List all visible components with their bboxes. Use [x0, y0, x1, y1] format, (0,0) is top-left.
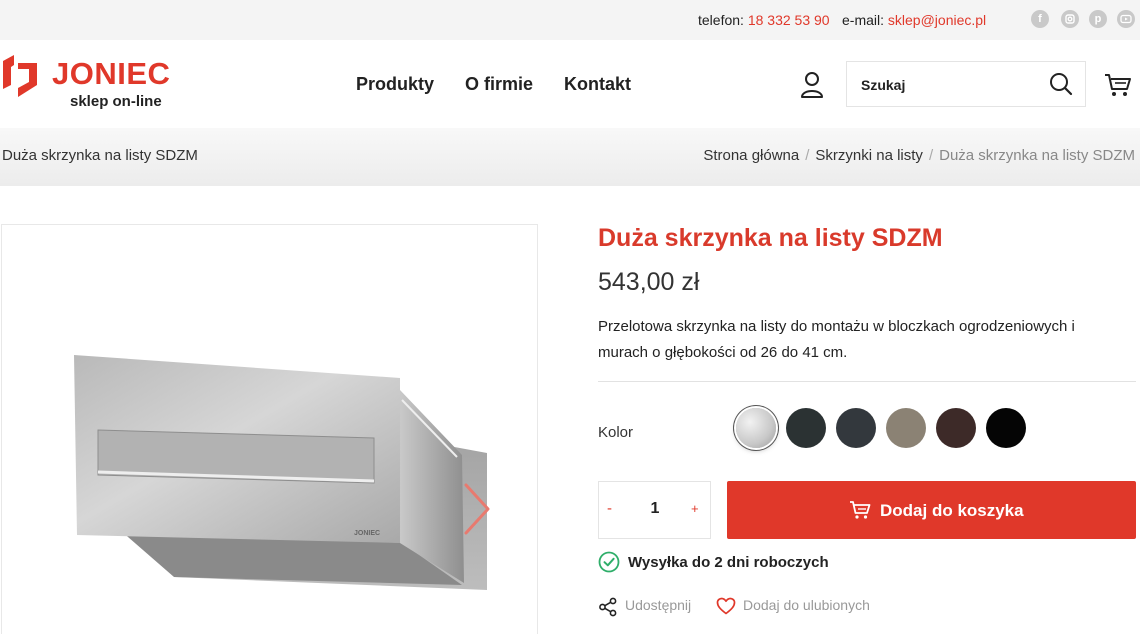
quantity-increase-button[interactable]: + — [691, 501, 699, 516]
add-to-favorites-link[interactable]: Dodaj do ulubionych — [743, 597, 870, 613]
phone-link[interactable]: 18 332 53 90 — [748, 12, 830, 28]
cart-icon[interactable] — [1104, 72, 1132, 98]
search-input[interactable] — [861, 74, 1036, 96]
page-title: Duża skrzynka na listy SDZM — [2, 147, 198, 164]
nav-item-o-firmie[interactable]: O firmie — [465, 74, 533, 95]
breadcrumb: Strona główna / Skrzynki na listy / Duża skr… — [703, 147, 1135, 164]
pinterest-icon[interactable]: p — [1089, 10, 1107, 28]
share-icon[interactable] — [598, 597, 618, 617]
youtube-icon[interactable] — [1117, 10, 1135, 28]
breadcrumb-item-current: Duża skrzynka na listy SDZM — [939, 147, 1135, 164]
share-link[interactable]: Udostępnij — [625, 597, 691, 613]
product-title: Duża skrzynka na listy SDZM — [598, 224, 943, 252]
depth-to: 41 — [802, 344, 819, 361]
add-to-cart-button[interactable]: Dodaj do koszyka — [727, 481, 1136, 539]
email-link[interactable]: sklep@joniec.pl — [888, 12, 986, 28]
breadcrumb-band: Duża skrzynka na listy SDZM Strona główn… — [0, 128, 1140, 186]
phone-contact: telefon: 18 332 53 90 — [698, 12, 830, 28]
logo-mark-icon — [3, 55, 37, 97]
quantity-decrease-button[interactable]: - — [607, 500, 612, 517]
top-bar: telefon: 18 332 53 90 e-mail: sklep@joni… — [0, 0, 1140, 40]
logo-name: JONIEC — [52, 56, 171, 91]
breadcrumb-separator: / — [805, 147, 810, 164]
color-swatch-beige-grey[interactable] — [886, 408, 926, 448]
instagram-icon[interactable] — [1061, 10, 1079, 28]
product-price: 543,00 zł — [598, 268, 700, 296]
description-text: do — [777, 344, 803, 361]
user-account-icon[interactable] — [801, 72, 823, 98]
image-logo-mark: JONIEC — [354, 530, 380, 537]
facebook-icon[interactable]: f — [1031, 10, 1049, 28]
nav-item-produkty[interactable]: Produkty — [356, 74, 434, 95]
breadcrumb-separator: / — [928, 147, 934, 164]
nav-item-kontakt[interactable]: Kontakt — [564, 74, 631, 95]
breadcrumb-item-home[interactable]: Strona główna — [703, 147, 799, 164]
quantity-value[interactable]: 1 — [643, 500, 667, 518]
email-label: e-mail: — [842, 12, 885, 28]
shipping-info: Wysyłka do 2 dni roboczych — [628, 554, 829, 571]
color-label: Kolor — [598, 424, 634, 441]
gallery-next-arrow-icon[interactable] — [460, 481, 494, 537]
description-text: cm. — [819, 344, 848, 361]
color-swatch-brown[interactable] — [936, 408, 976, 448]
search-icon[interactable] — [1049, 72, 1073, 96]
product-image: JONIEC — [74, 355, 487, 590]
email-contact: e-mail: sklep@joniec.pl — [842, 12, 986, 28]
phone-label: telefon: — [698, 12, 744, 28]
color-swatch-steel[interactable] — [736, 408, 776, 448]
color-swatch-anthracite[interactable] — [836, 408, 876, 448]
quantity-stepper: - 1 + — [598, 481, 711, 539]
search-box — [846, 61, 1086, 107]
product-description: Przelotowa skrzynka na listy do montażu … — [598, 314, 1128, 366]
header: JONIEC sklep on-line Produkty O firmie K… — [0, 40, 1140, 128]
breadcrumb-item-category[interactable]: Skrzynki na listy — [815, 147, 923, 164]
heart-icon[interactable] — [716, 597, 736, 615]
color-swatch-graphite[interactable] — [786, 408, 826, 448]
cart-icon — [850, 501, 871, 519]
logo-tagline: sklep on-line — [70, 93, 162, 110]
divider — [598, 381, 1136, 382]
add-to-cart-label: Dodaj do koszyka — [880, 501, 1024, 520]
product-gallery: JONIEC — [1, 224, 538, 634]
color-swatch-black[interactable] — [986, 408, 1026, 448]
depth-from: 26 — [760, 344, 778, 361]
check-circle-icon — [598, 551, 620, 573]
